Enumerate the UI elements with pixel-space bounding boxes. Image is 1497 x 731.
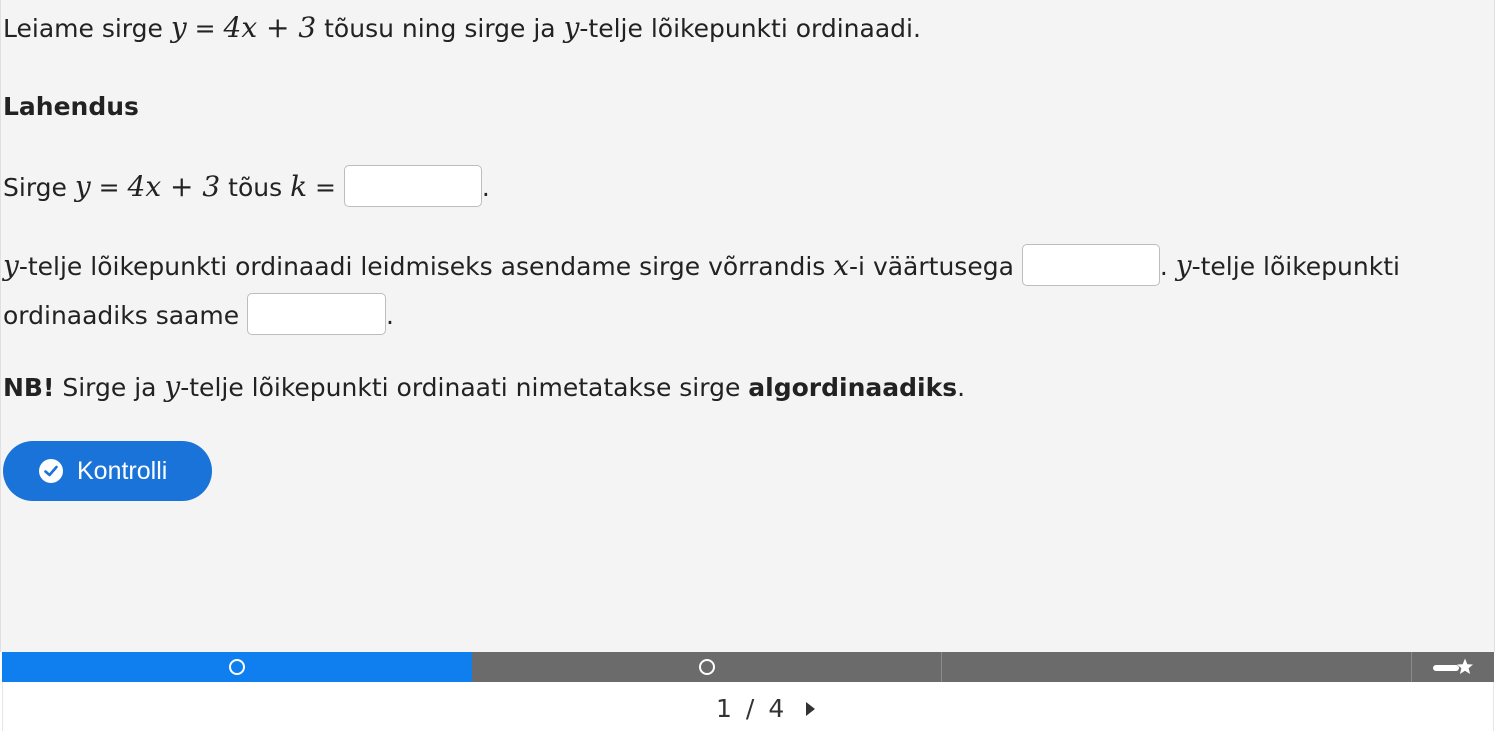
pager: 1 / 4 xyxy=(716,694,816,723)
progress-step-3[interactable] xyxy=(942,652,1412,682)
slope-sentence: Sirge y = 4x + 3 tõus k = . xyxy=(3,165,490,210)
circle-icon xyxy=(698,659,715,675)
next-page-icon[interactable] xyxy=(806,701,816,716)
circle-icon xyxy=(228,659,245,675)
slope-answer-input[interactable] xyxy=(343,165,482,207)
solution-heading: Lahendus xyxy=(3,92,139,121)
progress-bar xyxy=(2,652,1494,682)
progress-step-2[interactable] xyxy=(472,652,942,682)
intercept-answer-input[interactable] xyxy=(247,293,387,335)
progress-step-1[interactable] xyxy=(2,652,472,682)
total-pages: 4 xyxy=(768,694,785,723)
check-button[interactable]: Kontrolli xyxy=(3,441,212,501)
page-separator: / xyxy=(745,694,755,723)
intercept-sentence: y-telje lõikepunkti ordinaadi leidmiseks… xyxy=(3,244,1400,289)
task-statement: Leiame sirge y = 4x + 3 tõusu ning sirge… xyxy=(3,11,921,44)
current-page: 1 xyxy=(716,694,732,723)
score-star-icon xyxy=(1433,658,1473,674)
progress-step-score[interactable] xyxy=(1412,652,1494,682)
exercise-panel: Leiame sirge y = 4x + 3 tõusu ning sirge… xyxy=(0,0,1495,652)
check-circle-icon xyxy=(39,459,63,483)
x-value-answer-input[interactable] xyxy=(1021,244,1160,286)
note: NB! Sirge ja y-telje lõikepunkti ordinaa… xyxy=(3,370,966,403)
intercept-result-sentence: ordinaadiks saame . xyxy=(3,293,394,338)
check-button-label: Kontrolli xyxy=(77,456,168,485)
pager-footer: 1 / 4 xyxy=(2,682,1494,731)
